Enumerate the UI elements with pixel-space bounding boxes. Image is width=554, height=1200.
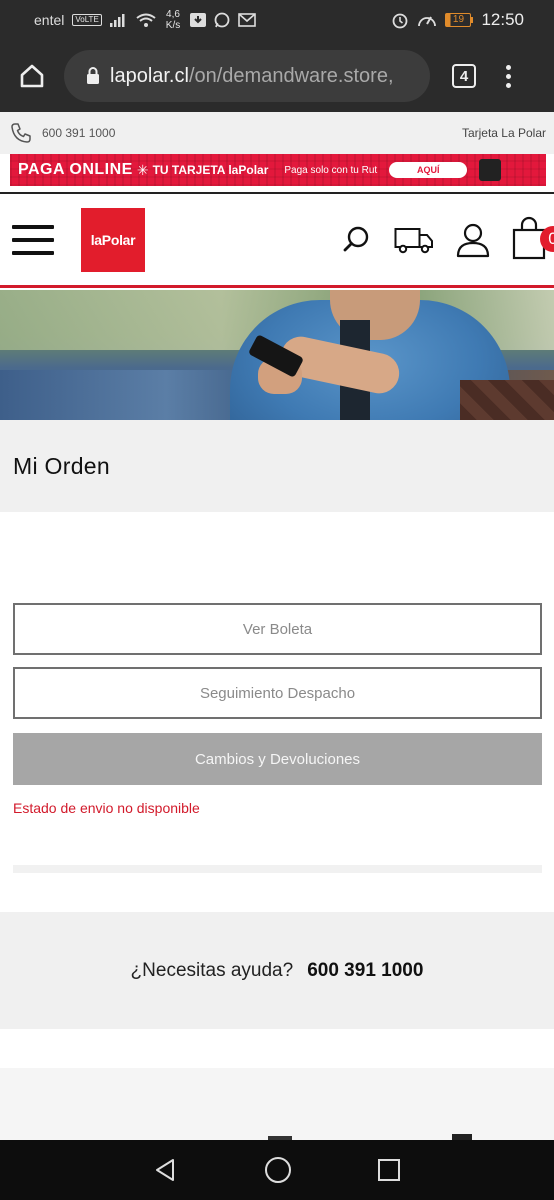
user-icon[interactable] bbox=[456, 222, 490, 258]
recents-icon[interactable] bbox=[377, 1158, 401, 1182]
page-title: Mi Orden bbox=[13, 452, 110, 479]
card-icon bbox=[479, 159, 502, 181]
clock: 12:50 bbox=[481, 10, 524, 29]
promo-headline: PAGA ONLINE bbox=[18, 161, 133, 178]
cambios-devoluciones-button[interactable]: Cambios y Devoluciones bbox=[13, 733, 542, 785]
spark-icon: ✳ bbox=[136, 161, 149, 178]
logo[interactable]: laPolar bbox=[81, 208, 145, 272]
carrier-label: entel bbox=[34, 12, 65, 28]
address-bar[interactable]: lapolar.cl/on/demandware.store, bbox=[64, 50, 430, 102]
url-domain: lapolar.cl bbox=[110, 64, 189, 87]
net-speed-label: 4,6 K/s bbox=[165, 9, 181, 31]
home-button[interactable] bbox=[0, 40, 64, 112]
alarm-icon bbox=[393, 13, 408, 29]
whatsapp-icon bbox=[214, 12, 230, 28]
site-header: laPolar 0 bbox=[0, 195, 554, 288]
status-bar: entel VoLTE 4,6 K/s 19 12:50 bbox=[0, 0, 554, 40]
ver-boleta-button[interactable]: Ver Boleta bbox=[13, 603, 542, 655]
tab-switcher-button[interactable]: 4 bbox=[452, 64, 476, 88]
browser-menu-button[interactable] bbox=[506, 64, 511, 88]
page-title-band: Mi Orden bbox=[0, 420, 554, 512]
seguimiento-despacho-button[interactable]: Seguimiento Despacho bbox=[13, 667, 542, 719]
tarjeta-link[interactable]: Tarjeta La Polar bbox=[462, 126, 546, 140]
battery-icon: 19 bbox=[445, 13, 474, 27]
search-icon[interactable] bbox=[342, 225, 372, 255]
phone-icon bbox=[11, 123, 31, 143]
footer-band bbox=[0, 1068, 554, 1140]
help-phone[interactable]: 600 391 1000 bbox=[307, 960, 423, 982]
promo-sub: TU TARJETA laPolar bbox=[152, 163, 269, 177]
browser-toolbar: lapolar.cl/on/demandware.store, 4 bbox=[0, 40, 554, 112]
hero-image bbox=[0, 290, 554, 420]
help-question: ¿Necesitas ayuda? bbox=[130, 959, 294, 981]
help-section: ¿Necesitas ayuda? 600 391 1000 bbox=[0, 912, 554, 1029]
back-icon[interactable] bbox=[153, 1157, 179, 1183]
promo-rut-text: Paga solo con tu Rut bbox=[284, 164, 378, 176]
speedometer-icon bbox=[418, 16, 437, 27]
menu-icon[interactable] bbox=[12, 225, 54, 255]
home-nav-icon[interactable] bbox=[264, 1156, 292, 1184]
lock-icon bbox=[87, 67, 99, 84]
divider bbox=[13, 865, 542, 873]
signal-icon bbox=[109, 14, 125, 27]
system-nav-bar bbox=[0, 1140, 554, 1200]
volte-icon: VoLTE bbox=[72, 14, 102, 26]
wifi-icon bbox=[136, 13, 156, 27]
shipping-status-message: Estado de envio no disponible bbox=[13, 800, 200, 816]
url-path: /on/demandware.store, bbox=[188, 64, 394, 87]
mail-icon bbox=[238, 13, 257, 27]
top-info-bar: 600 391 1000 Tarjeta La Polar bbox=[0, 112, 554, 154]
phone-number: 600 391 1000 bbox=[42, 126, 116, 140]
battery-level: 19 bbox=[445, 13, 472, 27]
promo-banner[interactable]: PAGA ONLINE ✳ TU TARJETA laPolar Paga so… bbox=[10, 154, 546, 186]
phone-contact[interactable]: 600 391 1000 bbox=[10, 122, 115, 144]
truck-icon[interactable] bbox=[394, 225, 434, 255]
cart-button[interactable]: 0 bbox=[512, 216, 554, 265]
promo-cta-button[interactable]: AQUÍ bbox=[389, 162, 468, 178]
download-icon bbox=[190, 13, 207, 27]
home-icon bbox=[20, 64, 44, 88]
